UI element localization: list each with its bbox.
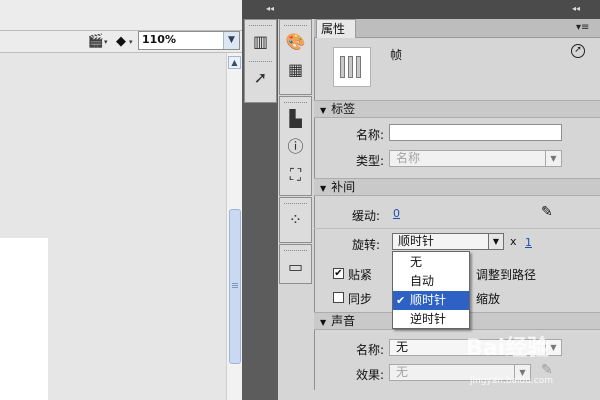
grip-icon [249, 22, 272, 26]
frame-thumbnail [333, 47, 371, 87]
effect-label: 效果: [355, 368, 384, 382]
watermark-url: jingyan.baidu.com [470, 376, 554, 386]
timeline-area [0, 0, 242, 31]
zoom-select[interactable]: 110% ▼ [138, 31, 240, 50]
grip-icon [284, 99, 307, 103]
motion-presets-icon[interactable]: ⁘ [280, 206, 311, 234]
grip-icon [232, 283, 238, 284]
panel-titlebar: ◂◂ [314, 0, 600, 19]
chevron-down-icon[interactable]: ▼ [545, 151, 561, 166]
chevron-down-icon: ▼ [320, 184, 327, 193]
type-select[interactable]: 名称 ▼ [389, 150, 562, 167]
section-tween[interactable]: ▼ 补间 [314, 178, 600, 196]
stage-document[interactable] [0, 238, 48, 400]
rotate-dropdown-list: 无 自动 ✔ 顺时针 逆时针 [392, 251, 470, 329]
chevron-down-icon[interactable]: ▼ [488, 234, 503, 249]
dock-group-1: ▥ ➚ [244, 19, 277, 103]
project-icon[interactable]: ▭ [280, 253, 311, 281]
library-icon[interactable]: ▥ [245, 28, 276, 56]
divider [314, 228, 600, 229]
grip-icon [284, 247, 307, 251]
align-icon[interactable]: ▙ [280, 105, 311, 133]
collapse-arrows-icon[interactable]: ◂◂ [266, 4, 274, 13]
zoom-value: 110% [142, 33, 176, 46]
tab-properties[interactable]: 属性 [316, 19, 356, 38]
rotate-select[interactable]: 顺时针 ▼ [392, 233, 504, 250]
type-label: 类型: [355, 154, 384, 168]
edit-ease-pencil-icon[interactable]: ✎ [541, 204, 553, 220]
ease-label: 缓动: [351, 209, 380, 223]
chevron-down-icon: ▼ [320, 318, 327, 327]
panel-tabbar [314, 19, 600, 38]
rotate-label: 旋转: [351, 238, 380, 252]
rotate-times-separator: x [510, 235, 517, 248]
frame-label: 帧 [390, 48, 403, 62]
name-label: 名称: [355, 128, 384, 142]
ease-value[interactable]: 0 [393, 207, 400, 220]
edit-symbols-icon[interactable]: ◆ [111, 33, 131, 51]
rotate-option-none[interactable]: 无 [393, 253, 469, 272]
snap-label: 贴紧 [348, 268, 373, 282]
dock-group-3: ▙ ⓘ ⛶ [279, 96, 312, 196]
rotate-option-ccw[interactable]: 逆时针 [393, 310, 469, 329]
transform-icon[interactable]: ⛶ [280, 161, 311, 189]
sync-label: 同步 [348, 292, 373, 306]
scroll-thumb[interactable] [229, 209, 241, 364]
collapse-arrows-icon[interactable]: ◂◂ [572, 4, 580, 13]
info-icon[interactable]: ⓘ [280, 133, 311, 161]
edit-scene-icon[interactable]: 🎬 [86, 33, 106, 51]
snap-checkbox[interactable]: ✔ [333, 268, 344, 279]
sound-name-label: 名称: [355, 343, 384, 357]
scale-label: 缩放 [476, 292, 501, 306]
grip-icon [284, 200, 307, 204]
watermark-logo: Bai经验 [466, 336, 550, 361]
grip-icon [249, 58, 272, 62]
scroll-up-icon[interactable]: ▲ [228, 56, 241, 69]
panel-menu-icon[interactable]: ▾≡ [576, 22, 589, 33]
checkmark-icon: ✔ [396, 294, 406, 307]
grip-icon [284, 22, 307, 26]
motion-editor-icon[interactable]: ➚ [245, 64, 276, 92]
rotate-option-cw[interactable]: ✔ 顺时针 [393, 291, 469, 310]
dock-header: ◂◂ [242, 0, 314, 19]
help-icon[interactable]: ➚ [571, 44, 585, 58]
dock-group-2: 🎨 ▦ [279, 19, 312, 95]
sync-checkbox[interactable] [333, 292, 344, 303]
vertical-scrollbar[interactable]: ▲ [226, 53, 242, 400]
edit-symbols-arrow-icon[interactable]: ▾ [129, 33, 137, 51]
rotate-times-value[interactable]: 1 [525, 236, 532, 249]
swatches-icon[interactable]: ▦ [280, 56, 311, 84]
rotate-option-auto[interactable]: 自动 [393, 272, 469, 291]
chevron-down-icon[interactable]: ▼ [223, 32, 239, 49]
frame-name-input[interactable] [389, 124, 562, 141]
orient-to-path-label: 调整到路径 [476, 268, 537, 282]
chevron-down-icon: ▼ [320, 106, 327, 115]
color-palette-icon[interactable]: 🎨 [280, 28, 311, 56]
sync-row-cutoff [314, 390, 600, 400]
section-label[interactable]: ▼ 标签 [314, 100, 600, 118]
